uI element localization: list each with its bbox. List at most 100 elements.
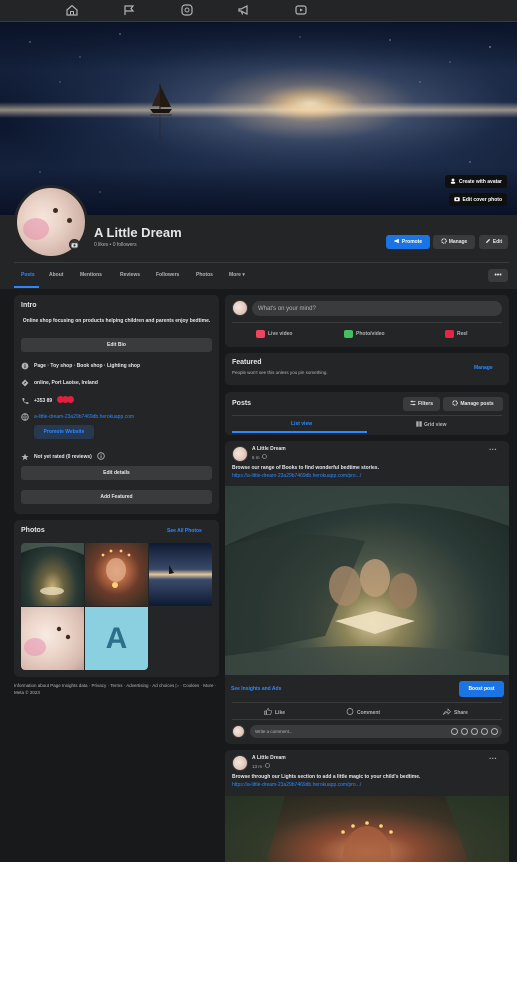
- posts-header-divider: [232, 415, 502, 416]
- website-link[interactable]: a-little-dream-23a29b7469db.herokuapp.co…: [34, 414, 134, 420]
- globe-icon: [264, 763, 270, 769]
- filters-button[interactable]: Filters: [403, 397, 440, 411]
- post-link[interactable]: https://a-little-dream-23a29b7469db.hero…: [232, 473, 361, 479]
- post-time-text: 6 m ·: [252, 454, 263, 460]
- edit-label: Edit: [492, 239, 503, 245]
- like-button[interactable]: Like: [264, 708, 285, 717]
- flag-icon[interactable]: [122, 3, 136, 17]
- share-button[interactable]: Share: [442, 708, 468, 717]
- tab-followers[interactable]: Followers: [156, 272, 179, 278]
- post-timestamp[interactable]: 6 m ·: [252, 454, 268, 460]
- create-with-avatar-button[interactable]: Create with avatar: [444, 175, 507, 188]
- composer-input[interactable]: What's on your mind?: [252, 301, 502, 316]
- comment-input[interactable]: Write a comment...: [250, 725, 502, 738]
- intro-title: Intro: [21, 302, 37, 309]
- photo-thumbnail-lights[interactable]: [85, 543, 148, 606]
- top-navigation: [0, 0, 517, 22]
- emoji-icon[interactable]: [461, 728, 468, 735]
- post-author-avatar[interactable]: [232, 446, 248, 462]
- boost-post-button[interactable]: Boost post: [459, 681, 504, 697]
- edit-cover-photo-button[interactable]: Edit cover photo: [448, 193, 507, 206]
- post-image-lights[interactable]: [225, 796, 509, 862]
- manage-button[interactable]: Manage: [433, 235, 475, 249]
- post-options-button[interactable]: ···: [489, 445, 497, 454]
- photo-thumbnail-reading[interactable]: [21, 543, 84, 606]
- globe-icon: [21, 413, 29, 421]
- manage-posts-label: Manage posts: [460, 401, 494, 407]
- intro-bio: Online shop focusing on products helping…: [22, 318, 211, 324]
- tab-mentions[interactable]: Mentions: [80, 272, 102, 278]
- tab-reviews[interactable]: Reviews: [120, 272, 140, 278]
- manage-posts-button[interactable]: Manage posts: [443, 397, 503, 411]
- post-image-reading[interactable]: [225, 486, 509, 675]
- reel-label: Reel: [457, 331, 468, 337]
- post-author-avatar[interactable]: [232, 755, 248, 771]
- post-author[interactable]: A Little Dream: [252, 446, 286, 452]
- camera-icon[interactable]: [69, 239, 80, 250]
- tab-more[interactable]: More ▾: [229, 272, 245, 278]
- promote-button[interactable]: Promote: [386, 235, 430, 249]
- gear-icon: [452, 400, 459, 408]
- facebook-page-app: Create with avatar Edit cover photo A Li…: [0, 0, 517, 862]
- post-time-text: 13 m ·: [252, 763, 265, 769]
- photo-icon: [344, 330, 353, 338]
- list-view-tab[interactable]: List view: [291, 421, 312, 427]
- see-all-photos-link[interactable]: See All Photos: [167, 528, 202, 534]
- edit-button[interactable]: Edit: [479, 235, 508, 249]
- page-title: A Little Dream: [94, 225, 182, 240]
- edit-bio-button[interactable]: Edit Bio: [21, 338, 212, 352]
- comment-avatar: [232, 725, 245, 738]
- promote-website-button[interactable]: Promote Website: [34, 425, 94, 439]
- logo-letter: A: [105, 621, 128, 655]
- comment-button[interactable]: Comment: [346, 708, 380, 717]
- more-options-button[interactable]: •••: [488, 269, 508, 282]
- live-video-button[interactable]: Live video: [256, 330, 292, 338]
- info-phone: +353 89: [21, 396, 75, 405]
- photo-video-button[interactable]: Photo/video: [344, 330, 385, 338]
- home-icon[interactable]: [65, 3, 79, 17]
- info-location: online, Port Laoise, Ireland: [21, 379, 98, 387]
- active-tab-indicator: [14, 286, 39, 288]
- globe-icon: [262, 454, 268, 460]
- grid-icon: [416, 421, 422, 429]
- post-author[interactable]: A Little Dream: [252, 755, 286, 761]
- tab-about[interactable]: About: [49, 272, 63, 278]
- post-link[interactable]: https://a-little-dream-23a29b7469db.hero…: [232, 782, 361, 788]
- post-options-button[interactable]: ···: [489, 754, 497, 763]
- avatar-icon: [450, 178, 456, 186]
- reel-button[interactable]: Reel: [445, 330, 468, 338]
- gif-icon[interactable]: [481, 728, 488, 735]
- photos-title: Photos: [21, 527, 45, 534]
- info-icon[interactable]: [97, 452, 105, 462]
- add-featured-button[interactable]: Add Featured: [21, 490, 212, 504]
- info-website: a-little-dream-23a29b7469db.herokuapp.co…: [21, 413, 134, 421]
- location-icon: [21, 379, 29, 387]
- comment-placeholder: Write a comment...: [255, 729, 293, 734]
- featured-manage-link[interactable]: Manage: [474, 365, 493, 371]
- video-icon[interactable]: [294, 3, 308, 17]
- megaphone-icon[interactable]: [237, 3, 251, 17]
- redacted-mark: [57, 396, 75, 405]
- avatar-sticker-icon[interactable]: [451, 728, 458, 735]
- photo-thumbnail-cover[interactable]: [149, 543, 212, 606]
- camera-icon[interactable]: [471, 728, 478, 735]
- filters-label: Filters: [417, 401, 433, 407]
- grid-view-tab[interactable]: Grid view: [416, 421, 447, 429]
- tab-posts[interactable]: Posts: [21, 272, 35, 278]
- edit-details-button[interactable]: Edit details: [21, 466, 212, 480]
- avatar: [232, 300, 248, 316]
- photo-thumbnail-logo[interactable]: A: [85, 607, 148, 670]
- share-label: Share: [454, 709, 468, 716]
- composer-divider: [232, 322, 502, 323]
- star-icon: [21, 453, 29, 461]
- see-insights-link[interactable]: See Insights and Ads: [231, 686, 281, 692]
- reel-icon: [445, 330, 454, 338]
- sticker-icon[interactable]: [491, 728, 498, 735]
- photo-thumbnail-profile[interactable]: [21, 607, 84, 670]
- footer-links[interactable]: Information about Page Insights data · P…: [14, 683, 219, 697]
- tab-photos[interactable]: Photos: [196, 272, 213, 278]
- post-divider: [232, 702, 502, 703]
- info-category: Page · Toy shop · Book shop · Lighting s…: [21, 362, 140, 370]
- insights-icon[interactable]: [180, 3, 194, 17]
- post-timestamp[interactable]: 13 m ·: [252, 763, 270, 769]
